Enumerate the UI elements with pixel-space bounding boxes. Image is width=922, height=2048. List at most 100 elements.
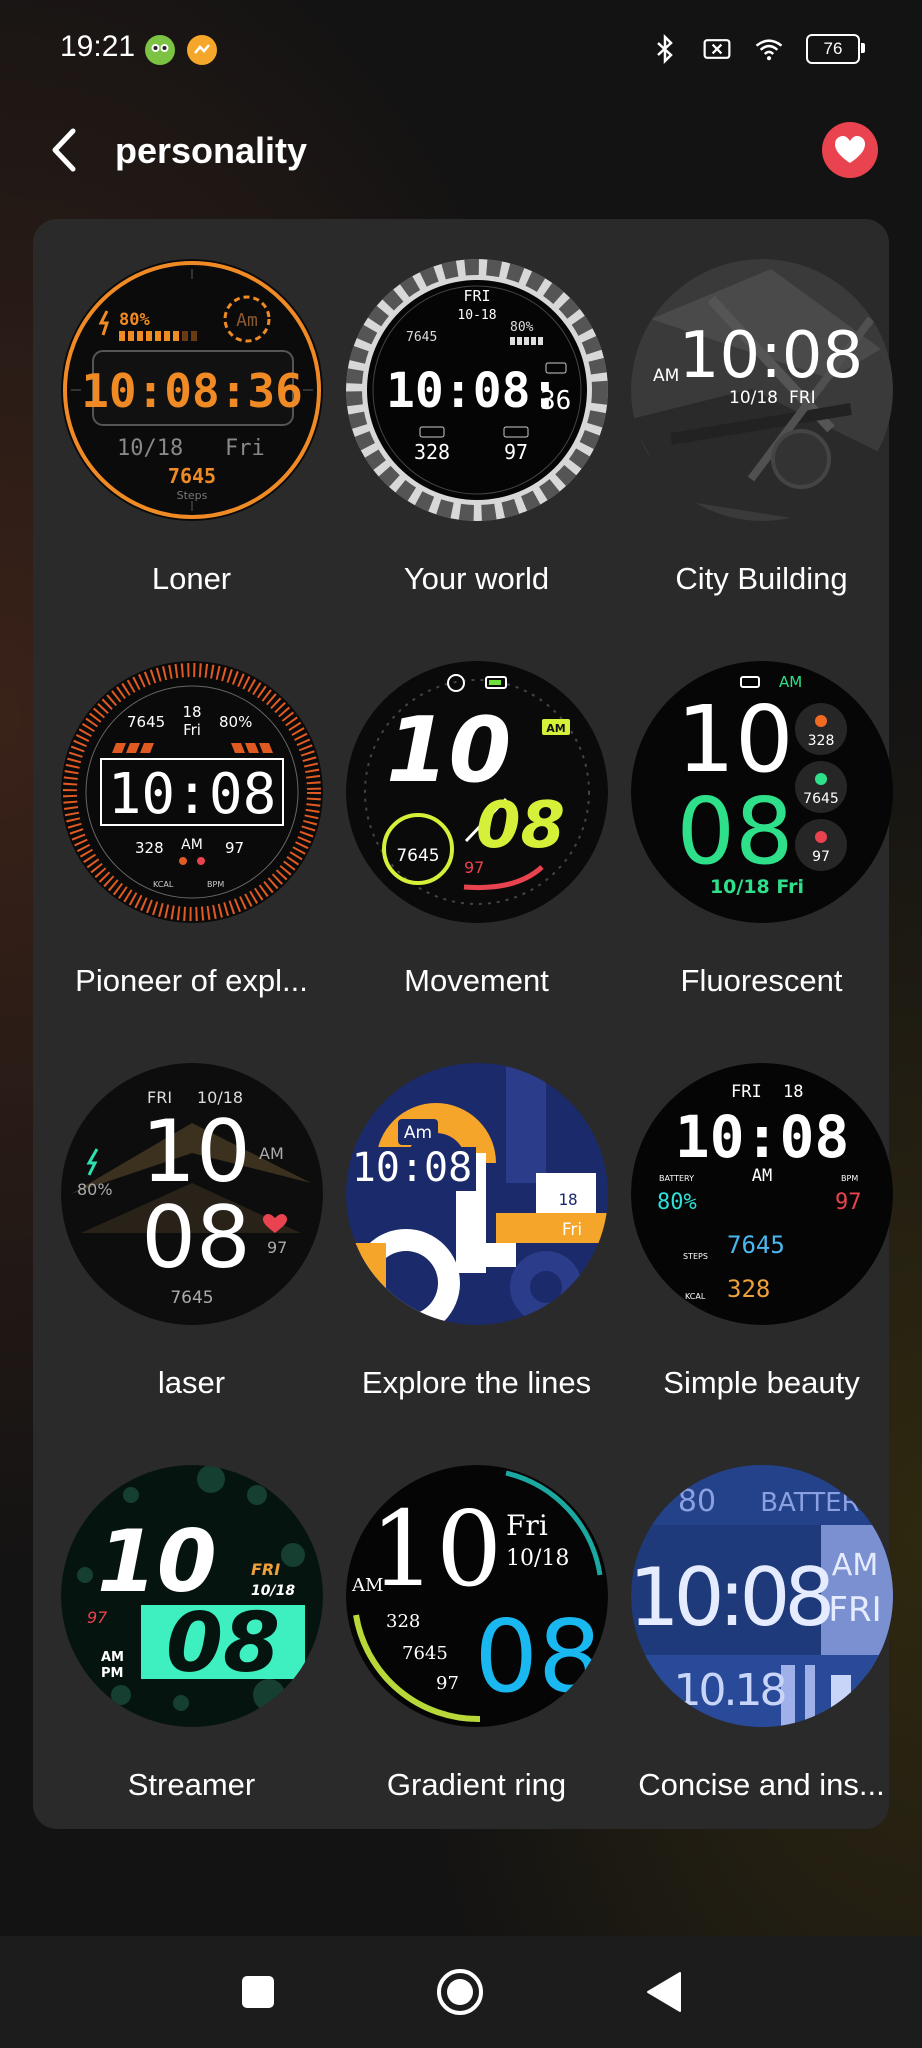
pioneer-date: 18 xyxy=(182,703,201,721)
watch-face-preview-fluorescent[interactable]: AM 10 08 328 7645 97 10/18 Fri xyxy=(631,661,893,923)
pioneer-bpm: 97 xyxy=(225,839,244,857)
watch-face-preview-your-world[interactable]: FRI 10-18 7645 80% 10:08: 36 328 97 xyxy=(346,259,608,521)
yw-day: FRI xyxy=(463,287,490,305)
sb-time: 10:08 xyxy=(675,1103,850,1171)
sb-ampm: AM xyxy=(752,1166,772,1186)
pioneer-calories: 328 xyxy=(135,839,164,857)
watch-face-item-city-building[interactable]: 10:08 AM 10/18 FRI City Building xyxy=(619,219,904,619)
watch-face-item-simple-beauty[interactable]: FRI 18 10:08 AM BATTERY 80% BPM 97 STEPS… xyxy=(619,1023,904,1423)
watch-face-grid-card: 80% Am 10:08:36 10/18 Fri 7645 Steps Lon… xyxy=(33,219,893,1829)
recents-button[interactable] xyxy=(230,1964,286,2020)
watch-face-item-movement[interactable]: 10 AM 08 7645 97 Movement xyxy=(334,621,619,1021)
explore-day: Fri xyxy=(562,1220,582,1240)
fluo-steps: 7645 xyxy=(803,791,839,807)
yw-steps: 7645 xyxy=(406,330,437,345)
laser-ampm: AM xyxy=(259,1144,284,1163)
watch-face-preview-laser[interactable]: FRI 10/18 10 08 AM 80% 97 7645 xyxy=(61,1063,323,1325)
status-time: 19:21 xyxy=(60,30,136,63)
fluo-date: 10/18 Fri xyxy=(710,876,804,898)
gradient-hour: 10 xyxy=(370,1488,502,1610)
laser-battery: 80% xyxy=(77,1180,113,1199)
gradient-steps: 7645 xyxy=(402,1643,448,1664)
concise-battery-label: BATTERY xyxy=(760,1488,874,1518)
back-nav-button[interactable] xyxy=(636,1964,692,2020)
watch-face-item-fluorescent[interactable]: AM 10 08 328 7645 97 10/18 Fri Fluoresce… xyxy=(619,621,904,1021)
gradient-calories: 328 xyxy=(386,1611,420,1632)
system-nav-bar xyxy=(0,1936,922,2048)
movement-ampm: AM xyxy=(546,722,565,735)
watch-face-label: City Building xyxy=(675,561,848,596)
sb-battery: 80% xyxy=(657,1190,697,1215)
heart-icon xyxy=(835,136,865,163)
streamer-minute: 08 xyxy=(166,1596,280,1691)
home-button[interactable] xyxy=(432,1964,488,2020)
watch-face-preview-city-building[interactable]: 10:08 AM 10/18 FRI xyxy=(631,259,893,521)
bluetooth-icon xyxy=(650,34,680,64)
sb-date: 18 xyxy=(783,1082,803,1102)
concise-day: FRI xyxy=(828,1590,881,1630)
fluo-minute: 08 xyxy=(676,778,793,885)
city-ampm: AM xyxy=(653,366,679,386)
watch-face-item-pioneer[interactable]: 7645 18 Fri 80% 10:08 328 AM 97 KCAL BPM… xyxy=(49,621,334,1021)
watch-face-item-loner[interactable]: 80% Am 10:08:36 10/18 Fri 7645 Steps Lon… xyxy=(49,219,334,619)
no-sim-icon xyxy=(702,34,732,64)
streamer-am: AM xyxy=(101,1650,124,1665)
back-button[interactable] xyxy=(38,122,88,178)
concise-date: 10.18 xyxy=(674,1665,785,1716)
recents-square-icon xyxy=(242,1976,274,2008)
watch-face-preview-gradient-ring[interactable]: 10 Fri 10/18 08 AM 328 7645 97 xyxy=(346,1465,608,1727)
loner-ampm: Am xyxy=(236,310,258,331)
watch-face-preview-concise[interactable]: 80 BATTERY 10:08 AM FRI 10.18 xyxy=(631,1465,893,1727)
sb-steps-label: STEPS xyxy=(683,1252,708,1261)
yw-calories: 328 xyxy=(414,440,450,464)
watch-face-label: Explore the lines xyxy=(361,1365,592,1400)
laser-bpm: 97 xyxy=(267,1238,287,1257)
yw-seconds: 36 xyxy=(540,386,571,416)
home-circle-icon xyxy=(437,1969,483,2015)
watch-face-preview-loner[interactable]: 80% Am 10:08:36 10/18 Fri 7645 Steps xyxy=(61,259,323,521)
gradient-date: 10/18 xyxy=(506,1546,569,1571)
streamer-day: FRI xyxy=(251,1560,280,1579)
loner-battery: 80% xyxy=(119,310,150,330)
watch-face-preview-pioneer[interactable]: 7645 18 Fri 80% 10:08 328 AM 97 KCAL BPM xyxy=(61,661,323,923)
movement-minute: 08 xyxy=(476,789,565,863)
watch-face-label: Streamer xyxy=(127,1767,256,1802)
watch-face-item-concise[interactable]: 80 BATTERY 10:08 AM FRI 10.18 Concise an… xyxy=(619,1425,904,1825)
sb-bpm: 97 xyxy=(835,1190,862,1215)
battery-icon: 76 xyxy=(806,34,865,64)
yw-time: 10:08: xyxy=(386,363,559,419)
loner-steps-label: Steps xyxy=(177,489,208,502)
sb-bpm-label: BPM xyxy=(841,1174,858,1183)
watch-face-label: Simple beauty xyxy=(663,1365,860,1400)
watch-face-label: Gradient ring xyxy=(386,1767,567,1802)
watch-face-item-laser[interactable]: FRI 10/18 10 08 AM 80% 97 7645 laser xyxy=(49,1023,334,1423)
watch-face-preview-simple-beauty[interactable]: FRI 18 10:08 AM BATTERY 80% BPM 97 STEPS… xyxy=(631,1063,893,1325)
watch-face-item-explore-the-lines[interactable]: Am 10:08 18 Fri Explore the lines xyxy=(334,1023,619,1423)
chevron-left-icon xyxy=(52,128,76,172)
page-title: personality xyxy=(115,130,308,171)
city-date: 10/18 xyxy=(729,388,778,408)
yw-date: 10-18 xyxy=(457,308,496,323)
city-time: 10:08 xyxy=(679,319,863,393)
yw-bpm: 97 xyxy=(504,440,528,464)
watch-face-item-streamer[interactable]: 10 FRI 10/18 08 97 AM PM Streamer xyxy=(49,1425,334,1825)
app-notification-icon xyxy=(187,35,217,65)
laser-minute: 08 xyxy=(141,1188,250,1288)
sb-day: FRI xyxy=(731,1082,762,1102)
favorite-button[interactable] xyxy=(822,122,878,178)
watch-face-preview-movement[interactable]: 10 AM 08 7645 97 xyxy=(346,661,608,923)
loner-steps: 7645 xyxy=(168,464,216,488)
loner-date: 10/18 xyxy=(117,436,183,461)
watch-face-item-your-world[interactable]: FRI 10-18 7645 80% 10:08: 36 328 97 Your… xyxy=(334,219,619,619)
watch-face-item-gradient-ring[interactable]: 10 Fri 10/18 08 AM 328 7645 97 Gradient … xyxy=(334,1425,619,1825)
streamer-bpm: 97 xyxy=(87,1608,108,1627)
sb-kcal-label: KCAL xyxy=(685,1292,706,1301)
movement-steps: 7645 xyxy=(396,846,439,866)
concise-time: 10:08 xyxy=(631,1551,830,1644)
explore-time: 10:08 xyxy=(352,1145,472,1191)
fluo-hour: 10 xyxy=(676,686,793,793)
pioneer-bpm-label: BPM xyxy=(207,880,224,889)
watch-face-preview-streamer[interactable]: 10 FRI 10/18 08 97 AM PM xyxy=(61,1465,323,1727)
laser-steps: 7645 xyxy=(170,1288,213,1308)
watch-face-preview-explore-the-lines[interactable]: Am 10:08 18 Fri xyxy=(346,1063,608,1325)
